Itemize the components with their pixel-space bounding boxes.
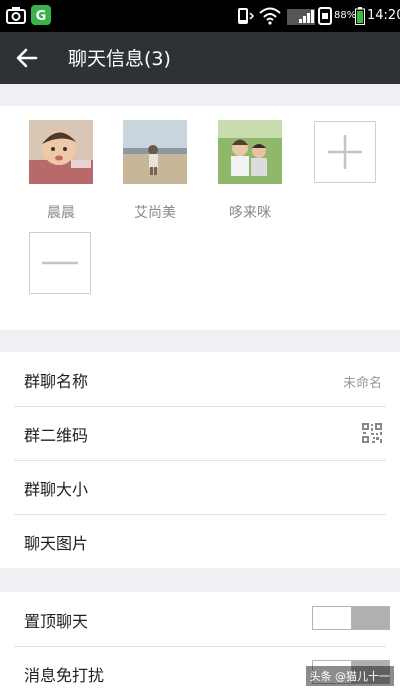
- minus-icon: [42, 261, 78, 265]
- member-name: 晨晨: [47, 205, 75, 221]
- group-size-row[interactable]: 群聊大小: [0, 460, 400, 514]
- back-arrow-icon[interactable]: [12, 43, 42, 73]
- row-label: 群聊名称: [24, 372, 89, 391]
- app-notification-icon: G: [31, 5, 51, 25]
- page-title: 聊天信息(3): [68, 48, 171, 70]
- status-time: 14:20: [367, 8, 400, 23]
- signal-icon: [287, 9, 315, 25]
- row-label: 群二维码: [24, 426, 89, 445]
- group-name-value: 未命名: [342, 376, 382, 391]
- row-label: 群聊大小: [24, 480, 89, 499]
- status-bar: G 88% 14:20: [0, 0, 400, 32]
- avatar[interactable]: [29, 120, 93, 184]
- member-grid: 晨晨 艾尚美 哆来咪: [0, 106, 400, 330]
- pin-chat-toggle[interactable]: [312, 606, 390, 630]
- plus-icon: [328, 135, 362, 169]
- group-settings-section: 群聊名称 未命名 群二维码 群聊大小 聊天图片: [0, 352, 400, 568]
- member-item[interactable]: 哆来咪: [218, 120, 284, 221]
- row-label: 聊天图片: [24, 534, 89, 553]
- screenshot-icon: [6, 7, 26, 24]
- sim-icon: [318, 7, 332, 25]
- chat-images-row[interactable]: 聊天图片: [0, 514, 400, 568]
- qr-code-icon: [361, 422, 383, 444]
- member-item[interactable]: 晨晨: [29, 120, 95, 221]
- group-qr-row[interactable]: 群二维码: [0, 406, 400, 460]
- avatar[interactable]: [123, 120, 187, 184]
- member-item[interactable]: 艾尚美: [123, 120, 189, 221]
- app-bar: 聊天信息(3): [0, 32, 400, 84]
- add-member-button[interactable]: [314, 121, 376, 183]
- row-label: 置顶聊天: [24, 612, 89, 631]
- pin-chat-row: 置顶聊天: [0, 592, 400, 646]
- toggle-knob: [313, 607, 352, 629]
- member-name: 艾尚美: [134, 205, 176, 221]
- remove-member-button[interactable]: [29, 232, 91, 294]
- member-name: 哆来咪: [229, 205, 271, 221]
- row-label: 消息免打扰: [24, 666, 105, 685]
- group-name-row[interactable]: 群聊名称 未命名: [0, 352, 400, 406]
- battery-percent: 88%: [334, 10, 357, 21]
- battery-icon: [355, 7, 365, 25]
- watermark: 头条 @猫儿十一: [305, 666, 394, 686]
- svg-text:G: G: [36, 9, 47, 24]
- avatar[interactable]: [218, 120, 282, 184]
- wifi-icon: [259, 7, 281, 25]
- vibrate-icon: [238, 8, 255, 24]
